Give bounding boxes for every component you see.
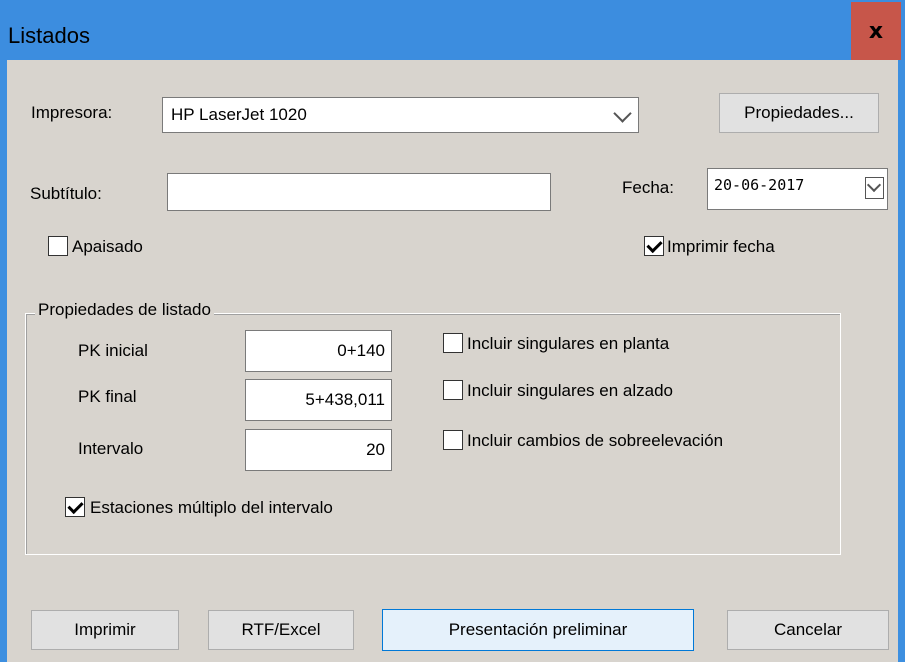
listados-dialog: Listados x Impresora: HP LaserJet 1020 P… [0, 0, 905, 662]
cancel-button[interactable]: Cancelar [727, 610, 889, 650]
dialog-body: Impresora: HP LaserJet 1020 Propiedades.… [7, 60, 898, 662]
landscape-label: Apaisado [72, 237, 143, 256]
singular-elevation-checkbox[interactable] [443, 380, 463, 400]
stations-multiple-label: Estaciones múltiplo del intervalo [90, 498, 333, 517]
stations-multiple-checkbox[interactable] [65, 497, 85, 517]
date-value: 20-06-2017 [714, 176, 805, 194]
pk-end-label: PK final [78, 387, 137, 406]
close-icon: x [868, 18, 884, 44]
superelevation-label: Incluir cambios de sobreelevación [467, 431, 724, 450]
interval-input[interactable]: 20 [245, 429, 392, 471]
rtf-excel-button[interactable]: RTF/Excel [208, 610, 354, 650]
preview-button[interactable]: Presentación preliminar [382, 609, 694, 651]
landscape-checkbox[interactable] [48, 236, 68, 256]
chevron-down-icon [613, 104, 632, 123]
singular-plan-checkbox[interactable] [443, 333, 463, 353]
print-button[interactable]: Imprimir [31, 610, 179, 650]
group-title: Propiedades de listado [35, 300, 214, 320]
chevron-down-icon [866, 177, 882, 193]
superelevation-checkbox[interactable] [443, 430, 463, 450]
date-label: Fecha: [622, 178, 674, 197]
window-title: Listados [8, 23, 90, 48]
printer-label: Impresora: [31, 103, 113, 122]
date-dropdown-button[interactable] [865, 177, 884, 199]
checkmark-icon [67, 497, 84, 515]
pk-start-label: PK inicial [78, 341, 148, 360]
print-date-label: Imprimir fecha [667, 237, 775, 256]
pk-end-input[interactable]: 5+438,011 [245, 379, 392, 421]
pk-start-input[interactable]: 0+140 [245, 330, 392, 372]
print-date-checkbox[interactable] [644, 236, 664, 256]
checkmark-icon [646, 236, 663, 254]
subtitle-input[interactable] [167, 173, 551, 211]
close-button[interactable]: x [851, 2, 901, 60]
singular-elevation-label: Incluir singulares en alzado [467, 381, 674, 400]
printer-value: HP LaserJet 1020 [171, 105, 307, 124]
date-picker[interactable]: 20-06-2017 [707, 168, 888, 210]
title-bar[interactable]: Listados x [0, 0, 905, 60]
interval-label: Intervalo [78, 439, 144, 458]
printer-select[interactable]: HP LaserJet 1020 [162, 97, 639, 133]
properties-button[interactable]: Propiedades... [719, 93, 879, 133]
subtitle-label: Subtítulo: [30, 184, 102, 203]
singular-plan-label: Incluir singulares en planta [467, 334, 670, 353]
